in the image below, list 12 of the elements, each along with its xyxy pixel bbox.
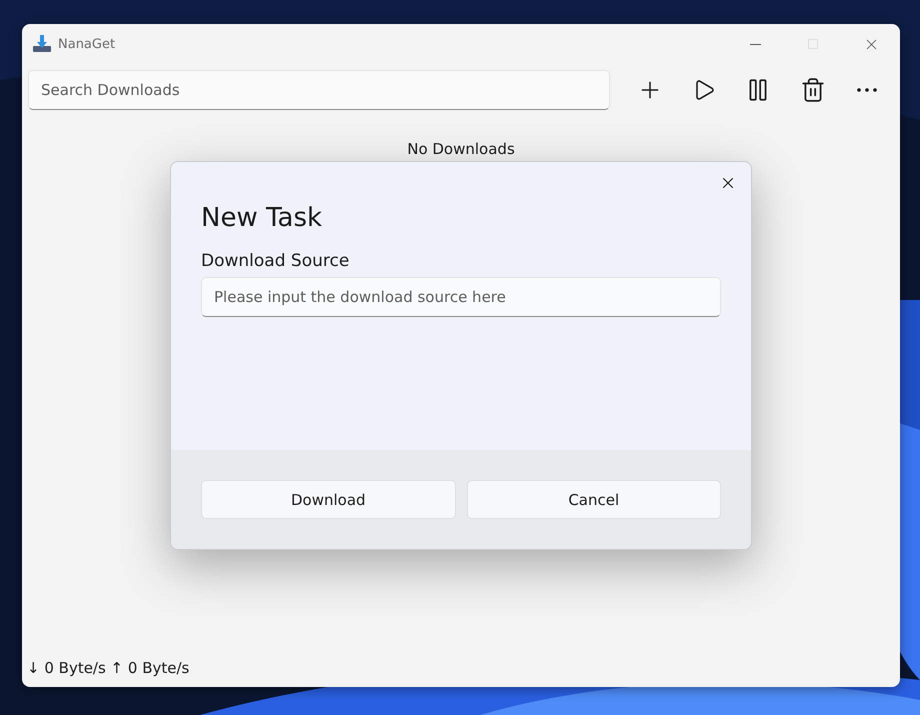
search-field[interactable]: Search Downloads bbox=[28, 70, 610, 110]
empty-message: No Downloads bbox=[407, 140, 515, 158]
dialog-title: New Task bbox=[201, 203, 324, 233]
trash-icon bbox=[800, 77, 826, 103]
field-label: Download Source bbox=[201, 251, 350, 271]
download-icon bbox=[32, 34, 52, 54]
source-field[interactable]: Please input the download source here bbox=[201, 277, 721, 317]
download-button[interactable]: Download bbox=[201, 480, 456, 519]
transfer-speed-text: ↓ 0 Byte/s ↑ 0 Byte/s bbox=[27, 659, 190, 677]
more-icon bbox=[856, 88, 877, 92]
cancel-button[interactable]: Cancel bbox=[466, 480, 721, 519]
window-title: NanaGet bbox=[58, 36, 116, 52]
